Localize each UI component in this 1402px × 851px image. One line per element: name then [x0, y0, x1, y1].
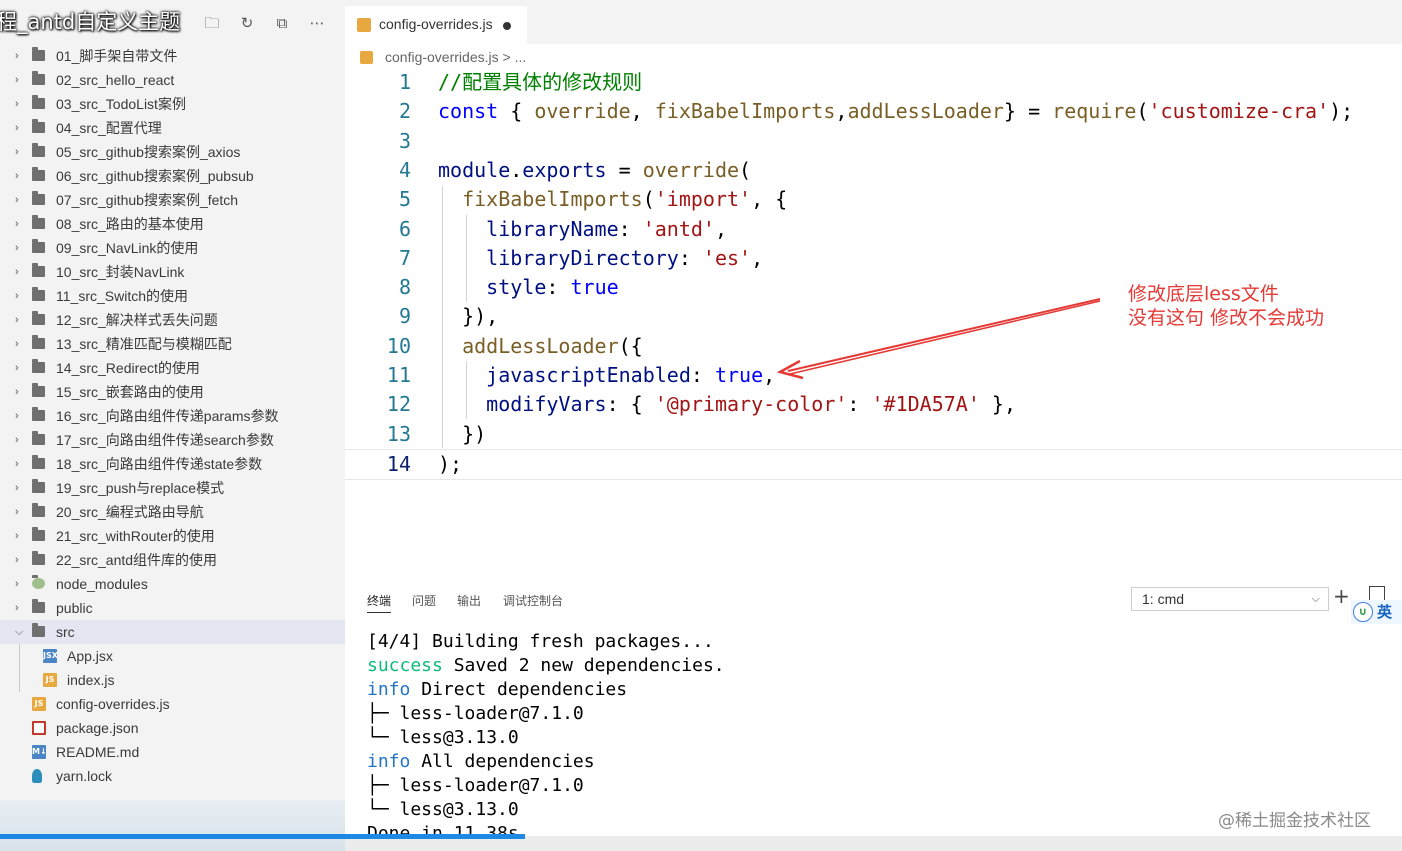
terminal-token: [4/4] Building fresh packages... [367, 631, 714, 652]
annotation-line-2: 没有这句 修改不会成功 [1128, 307, 1325, 329]
ime-indicator[interactable]: ∪ 英 [1351, 600, 1402, 624]
terminal-select-value: 1: cmd [1142, 591, 1185, 607]
terminal-line: success Saved 2 new dependencies. [367, 654, 725, 678]
video-progress-bar[interactable] [0, 834, 525, 839]
terminal-token: All dependencies [410, 751, 595, 772]
ime-mode-label: 英 [1377, 603, 1393, 621]
tab-output[interactable]: 输出 [457, 592, 481, 609]
watermark: @稀土掘金技术社区 [1218, 811, 1371, 831]
terminal-select[interactable]: 1: cmd ⌵ [1131, 587, 1329, 611]
tab-terminal[interactable]: 终端 [367, 592, 392, 613]
tab-debug-console[interactable]: 调试控制台 [503, 592, 563, 609]
terminal-token: └─ less@3.13.0 [367, 727, 519, 748]
terminal-token: └─ less@3.13.0 [367, 799, 519, 820]
ime-logo-icon: ∪ [1353, 602, 1373, 622]
terminal-token: success [367, 655, 443, 676]
video-overlay-title: 程_antd自定义主题 [0, 10, 181, 34]
terminal-line: └─ less@3.13.0 [367, 726, 519, 750]
terminal-line: ├─ less-loader@7.1.0 [367, 774, 584, 798]
terminal-token: ├─ less-loader@7.1.0 [367, 775, 584, 796]
terminal-line: info Direct dependencies [367, 678, 627, 702]
annotation-note: 修改底层less文件 没有这句 修改不会成功 [1128, 282, 1324, 330]
terminal-token: info [367, 679, 411, 700]
terminal-token: Direct dependencies [410, 679, 628, 700]
terminal-line: [4/4] Building fresh packages... [367, 630, 714, 654]
terminal-token: ├─ less-loader@7.1.0 [367, 703, 584, 724]
tab-problems[interactable]: 问题 [412, 592, 436, 609]
annotation-line-1: 修改底层less文件 [1128, 283, 1279, 305]
terminal-token: Saved 2 new dependencies. [442, 655, 725, 676]
chevron-down-icon: ⌵ [1311, 593, 1320, 605]
terminal-line: ├─ less-loader@7.1.0 [367, 702, 584, 726]
terminal-line: └─ less@3.13.0 [367, 798, 519, 822]
terminal-line: info All dependencies [367, 750, 595, 774]
new-terminal-button[interactable]: + [1333, 584, 1350, 608]
terminal-token: info [367, 751, 411, 772]
